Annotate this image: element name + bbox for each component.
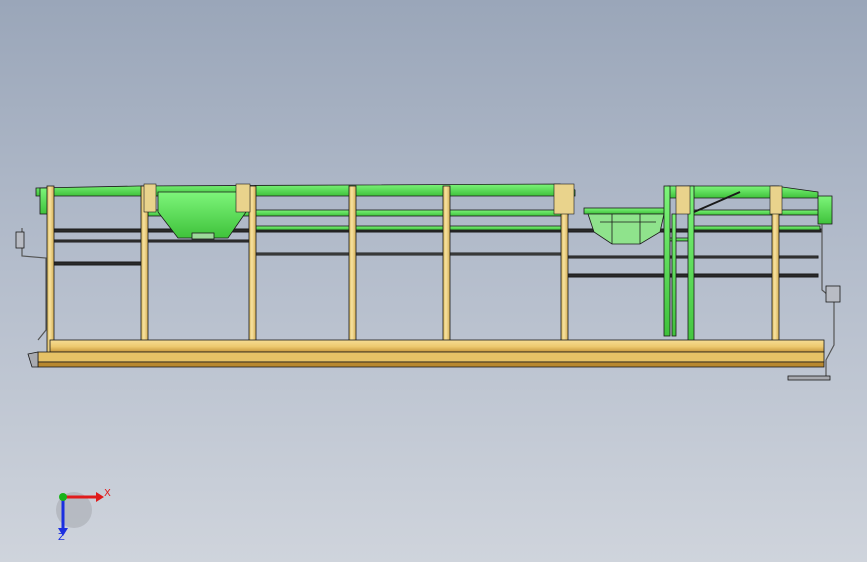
z-axis-label: Z: [58, 532, 65, 543]
y-axis-dot: [59, 493, 67, 501]
graphics-viewport[interactable]: X Z: [0, 0, 867, 562]
x-axis-label: X: [104, 488, 111, 499]
orientation-triad: X Z: [56, 488, 111, 543]
x-axis-arrow: [96, 492, 104, 502]
